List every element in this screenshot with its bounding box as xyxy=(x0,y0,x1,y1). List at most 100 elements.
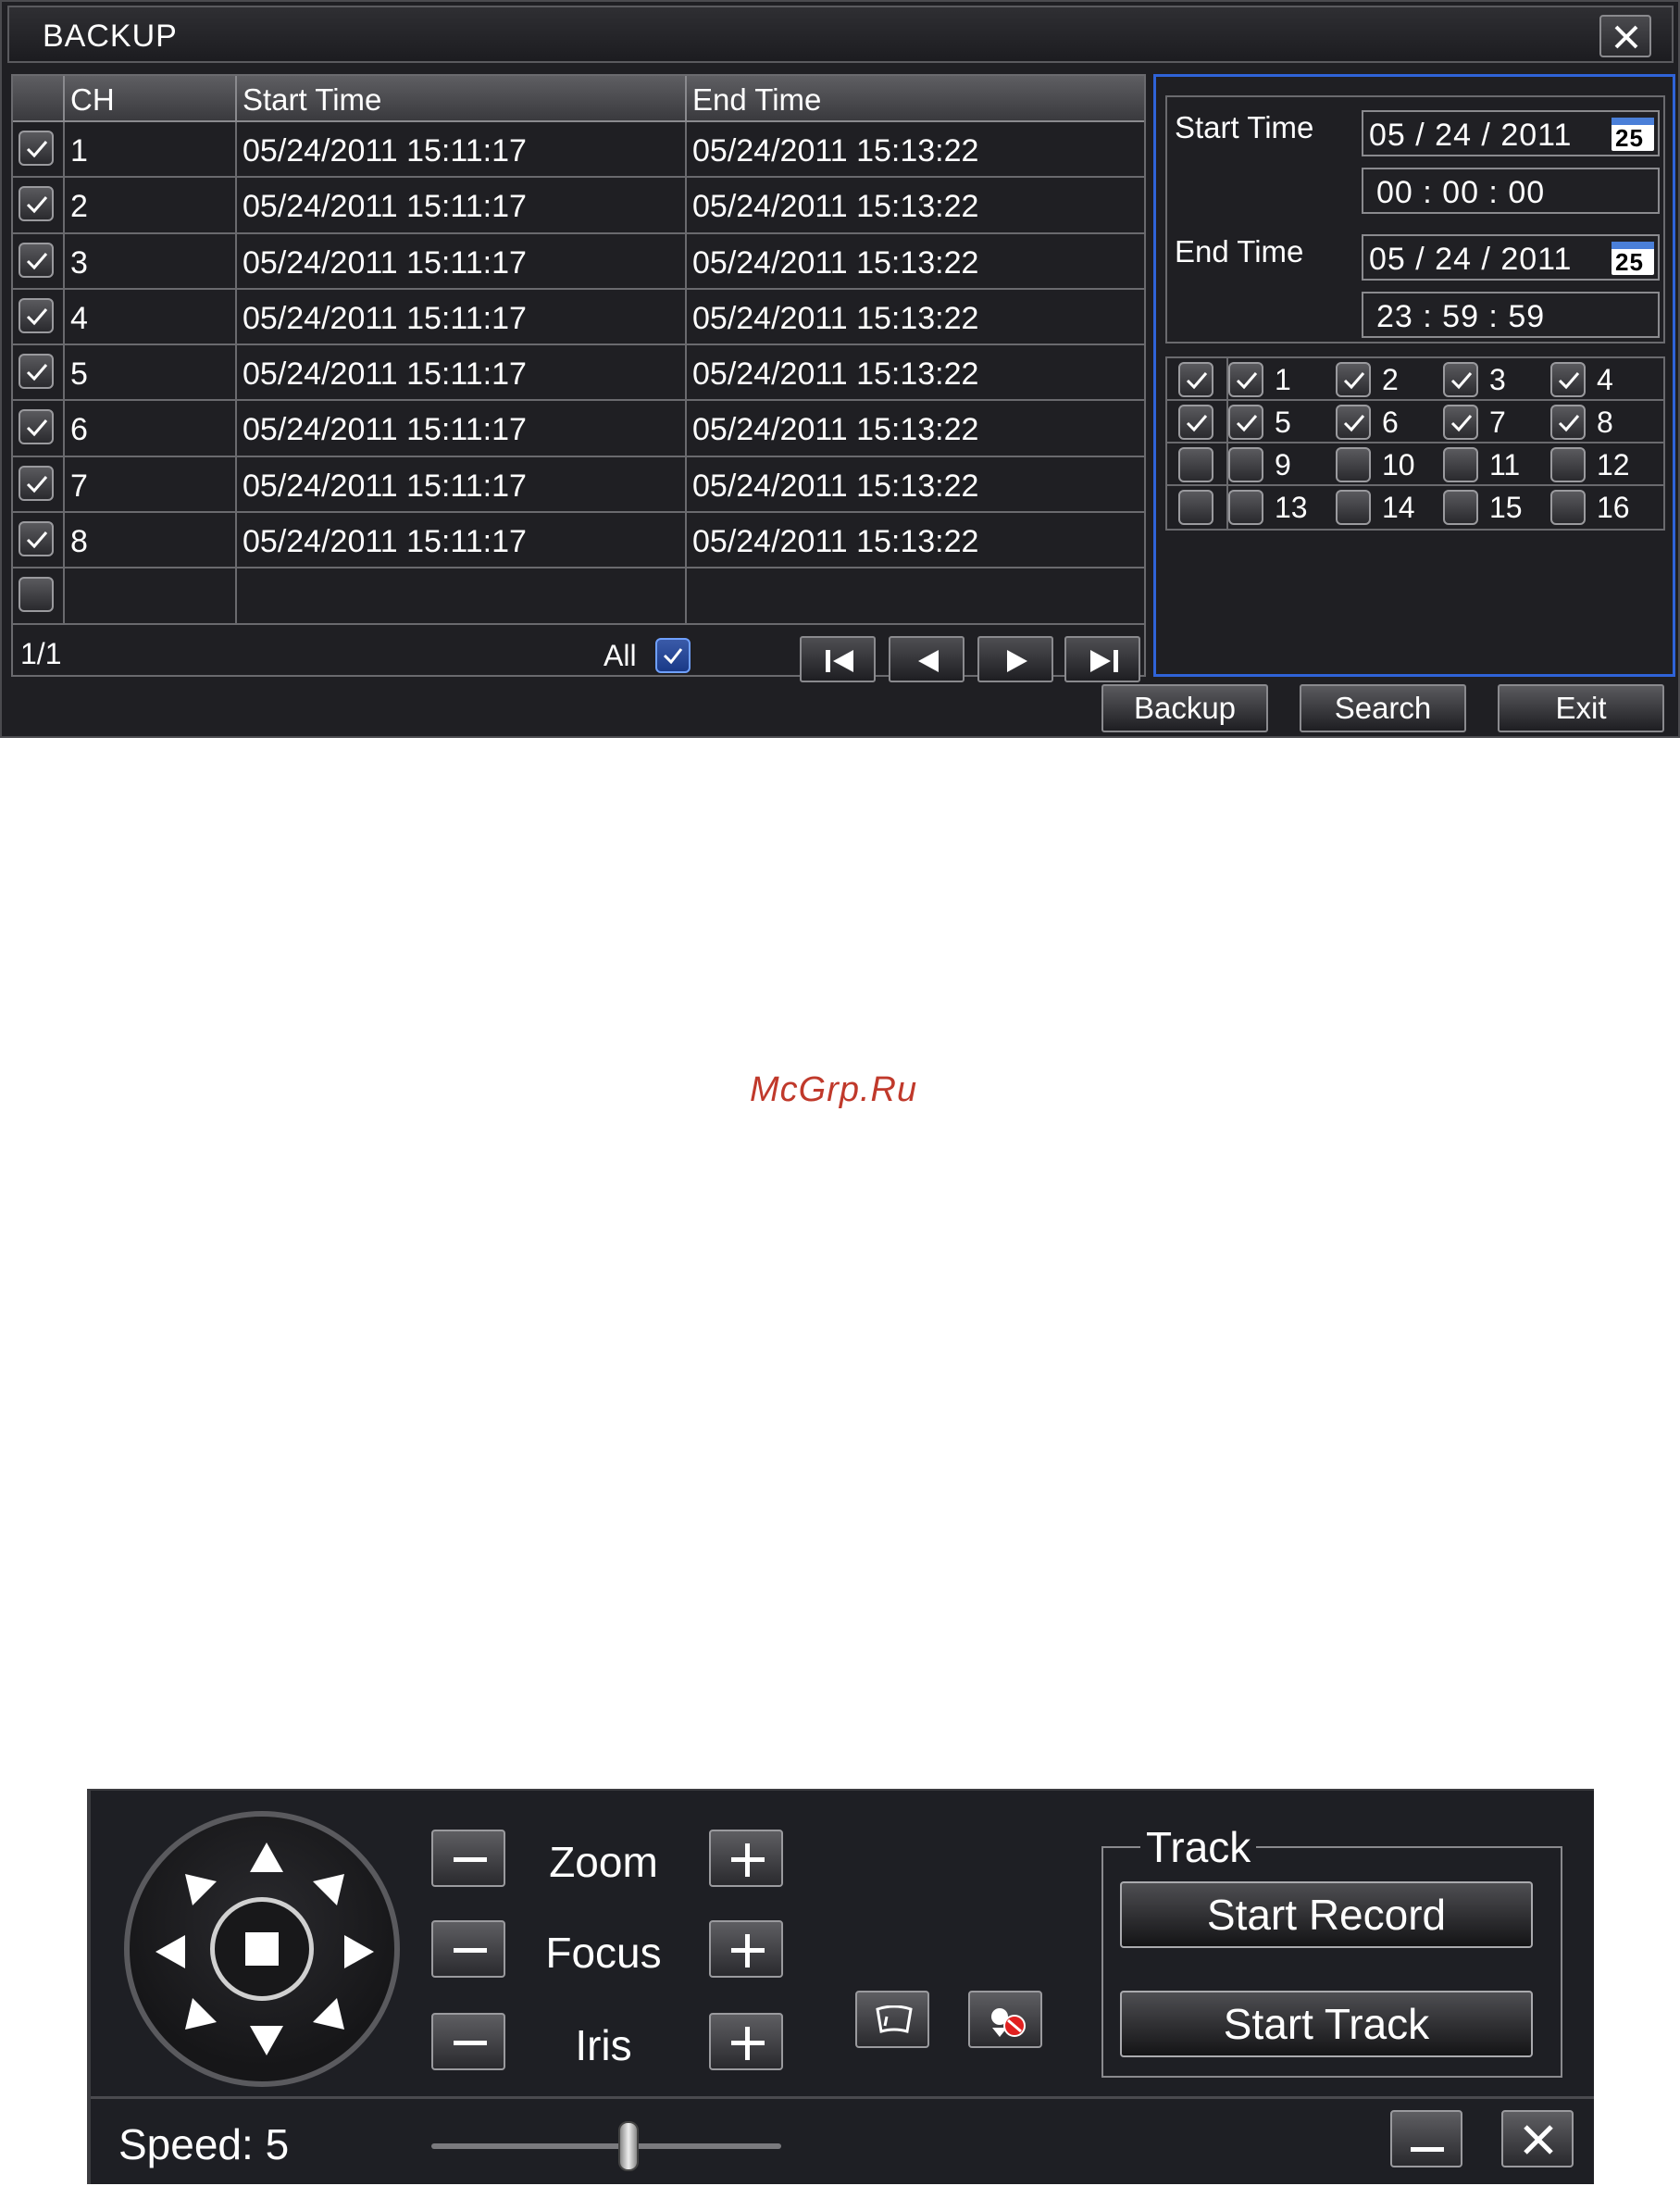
zoom-in-button[interactable] xyxy=(709,1830,783,1887)
preset-button[interactable] xyxy=(855,1991,929,2048)
table-row[interactable]: 1 05/24/2011 15:11:17 05/24/2011 15:13:22 xyxy=(13,122,1144,179)
calendar-number: 25 xyxy=(1615,248,1644,276)
table-row[interactable]: 8 05/24/2011 15:11:17 05/24/2011 15:13:22 xyxy=(13,513,1144,569)
channel-number: 1 xyxy=(1275,363,1291,396)
row-start-time: 05/24/2011 15:11:17 xyxy=(237,178,687,232)
channel-checkbox[interactable] xyxy=(1228,362,1263,397)
channel-checkbox[interactable] xyxy=(1228,405,1263,440)
checkmark-icon xyxy=(1343,372,1365,390)
table-row[interactable]: 4 05/24/2011 15:11:17 05/24/2011 15:13:22 xyxy=(13,289,1144,346)
row-checkbox[interactable] xyxy=(19,354,54,390)
speed-slider[interactable] xyxy=(431,2143,781,2149)
channel-checkbox[interactable] xyxy=(1336,362,1371,397)
channel-checkbox[interactable] xyxy=(1443,405,1478,440)
row-select-all-checkbox[interactable] xyxy=(1178,362,1213,397)
minimize-button[interactable] xyxy=(1390,2110,1462,2167)
next-page-button[interactable] xyxy=(977,636,1053,682)
channel-checkbox[interactable] xyxy=(1550,362,1586,397)
exit-button[interactable]: Exit xyxy=(1498,684,1664,732)
checkmark-icon xyxy=(26,307,48,326)
row-checkbox[interactable] xyxy=(19,242,54,278)
channel-checkbox[interactable] xyxy=(1443,447,1478,482)
arrow-up-icon[interactable] xyxy=(250,1842,283,1872)
row-select-all-checkbox[interactable] xyxy=(1178,490,1213,525)
table-row[interactable]: 7 05/24/2011 15:11:17 05/24/2011 15:13:22 xyxy=(13,456,1144,514)
focus-near-button[interactable] xyxy=(431,1920,505,1978)
arrow-up-right-icon[interactable] xyxy=(313,1874,344,1905)
cruise-button[interactable] xyxy=(968,1991,1042,2048)
channel-checkbox[interactable] xyxy=(1550,447,1586,482)
zoom-out-button[interactable] xyxy=(431,1830,505,1887)
search-button[interactable]: Search xyxy=(1300,684,1466,732)
end-date-field[interactable]: 05 / 24 / 2011 25 xyxy=(1362,234,1660,281)
checkmark-icon xyxy=(1450,415,1473,432)
row-select-cell xyxy=(13,456,65,512)
prev-page-button[interactable] xyxy=(889,636,964,682)
backup-button[interactable]: Backup xyxy=(1101,684,1268,732)
checkmark-icon xyxy=(1343,415,1365,432)
row-ch xyxy=(65,568,237,623)
start-record-button[interactable]: Start Record xyxy=(1120,1881,1533,1948)
iris-close-button[interactable] xyxy=(431,2013,505,2070)
row-checkbox[interactable] xyxy=(19,131,54,166)
skip-first-icon xyxy=(826,650,853,672)
arrow-right-icon[interactable] xyxy=(344,1935,374,1968)
start-clock-field[interactable]: 00 : 00 : 00 xyxy=(1362,168,1660,214)
channel-row: 1 2 3 4 xyxy=(1167,358,1663,401)
direction-pad[interactable] xyxy=(124,1811,400,2087)
arrow-down-icon[interactable] xyxy=(250,2026,283,2055)
channel-checkbox[interactable] xyxy=(1336,405,1371,440)
stop-button[interactable] xyxy=(210,1897,314,2001)
channel-checkbox[interactable] xyxy=(1336,447,1371,482)
row-checkbox[interactable] xyxy=(19,297,54,333)
table-row[interactable]: 2 05/24/2011 15:11:17 05/24/2011 15:13:22 xyxy=(13,178,1144,234)
start-date-value: 05 / 24 / 2011 xyxy=(1369,118,1573,153)
row-checkbox[interactable] xyxy=(19,577,54,613)
row-ch: 6 xyxy=(65,401,237,456)
channel-checkbox[interactable] xyxy=(1550,490,1586,525)
row-checkbox[interactable] xyxy=(19,186,54,222)
channel-checkbox[interactable] xyxy=(1443,490,1478,525)
row-end-time: 05/24/2011 15:13:22 xyxy=(692,356,979,393)
end-clock-field[interactable]: 23 : 59 : 59 xyxy=(1362,292,1660,338)
row-select-cell xyxy=(13,513,65,568)
minus-icon xyxy=(454,1857,487,1862)
arrow-left-icon[interactable] xyxy=(156,1935,185,1968)
table-row[interactable]: 3 05/24/2011 15:11:17 05/24/2011 15:13:22 xyxy=(13,233,1144,290)
channel-checkbox[interactable] xyxy=(1228,447,1263,482)
channel-checkbox[interactable] xyxy=(1228,490,1263,525)
end-time-label: End Time xyxy=(1175,234,1304,269)
speed-slider-thumb[interactable] xyxy=(618,2121,639,2171)
table-row[interactable]: 6 05/24/2011 15:11:17 05/24/2011 15:13:22 xyxy=(13,401,1144,457)
table-row[interactable] xyxy=(13,568,1144,625)
calendar-icon[interactable]: 25 xyxy=(1612,242,1654,275)
channel-grid: 1 2 3 4 5 6 7 8 9 10 11 12 13 14 15 16 xyxy=(1165,356,1665,531)
arrow-down-left-icon[interactable] xyxy=(185,1998,217,2030)
row-checkbox[interactable] xyxy=(19,465,54,501)
header-end-time: End Time xyxy=(692,82,822,117)
channel-checkbox[interactable] xyxy=(1443,362,1478,397)
arrow-down-right-icon[interactable] xyxy=(313,1998,344,2030)
checkmark-icon xyxy=(26,364,48,381)
minimize-icon xyxy=(1411,2147,1444,2152)
row-select-all-checkbox[interactable] xyxy=(1178,447,1213,482)
channel-checkbox[interactable] xyxy=(1550,405,1586,440)
table-row[interactable]: 5 05/24/2011 15:11:17 05/24/2011 15:13:22 xyxy=(13,345,1144,402)
row-select-all-checkbox[interactable] xyxy=(1178,405,1213,440)
close-button[interactable] xyxy=(1599,15,1651,57)
channel-checkbox[interactable] xyxy=(1336,490,1371,525)
row-checkbox[interactable] xyxy=(19,521,54,557)
calendar-icon[interactable]: 25 xyxy=(1612,118,1654,151)
all-checkbox[interactable] xyxy=(655,638,691,673)
arrow-up-left-icon[interactable] xyxy=(185,1874,217,1905)
iris-open-button[interactable] xyxy=(709,2013,783,2070)
row-checkbox[interactable] xyxy=(19,409,54,445)
focus-far-button[interactable] xyxy=(709,1920,783,1978)
start-track-button[interactable]: Start Track xyxy=(1120,1991,1533,2057)
last-page-button[interactable] xyxy=(1064,636,1140,682)
start-date-field[interactable]: 05 / 24 / 2011 25 xyxy=(1362,110,1660,156)
checkmark-icon xyxy=(26,196,48,214)
first-page-button[interactable] xyxy=(800,636,876,682)
row-start-time xyxy=(237,568,687,623)
ptz-close-button[interactable] xyxy=(1501,2110,1574,2167)
